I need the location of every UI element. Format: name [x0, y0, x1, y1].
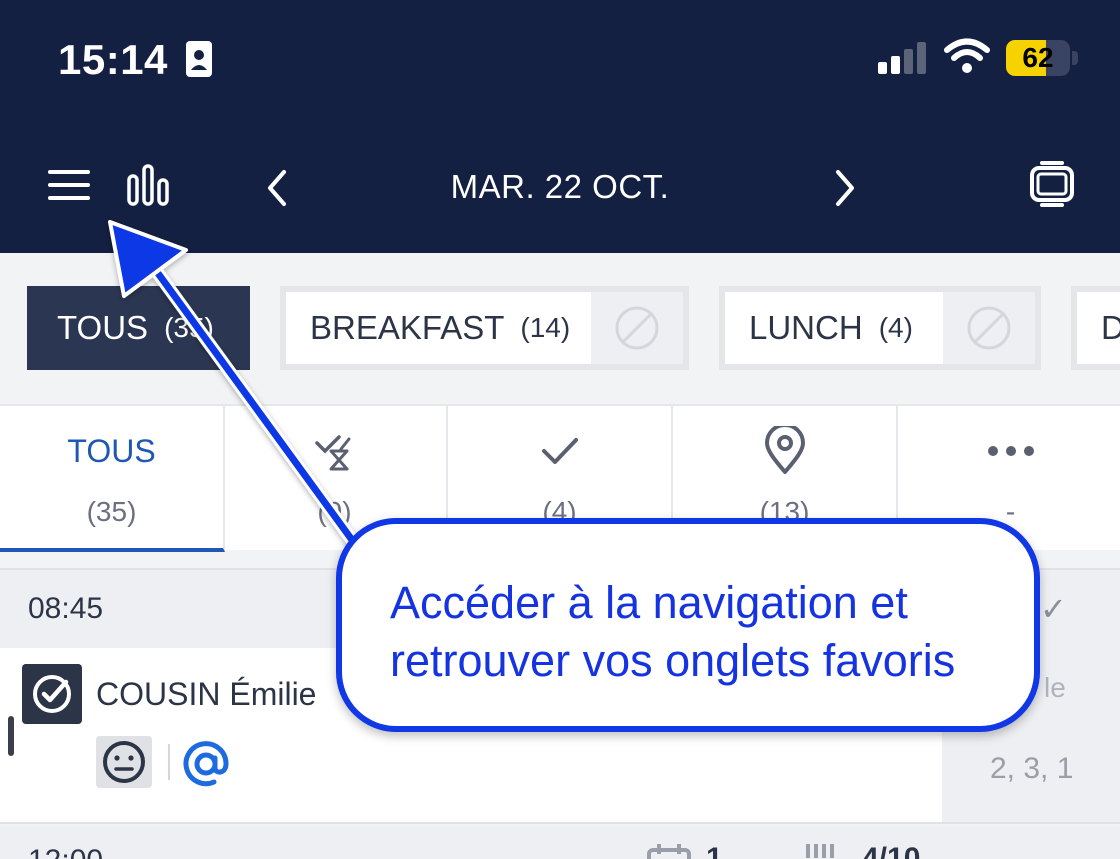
callout-text: Accéder à la navigation et retrouver vos…: [390, 577, 956, 686]
id-card-icon: [186, 41, 212, 77]
filter-chip-all[interactable]: TOUS (35): [27, 286, 250, 370]
email-at-icon[interactable]: [180, 738, 232, 790]
signal-icon: [878, 42, 926, 74]
section-time: 12:00: [28, 844, 103, 859]
calendar-icon: [647, 844, 691, 859]
chevron-left-icon[interactable]: [262, 168, 290, 208]
count-value: 1: [706, 842, 723, 859]
block-toggle[interactable]: [591, 292, 683, 364]
current-date[interactable]: MAR. 22 OCT.: [400, 168, 720, 206]
tooltip-callout: Accéder à la navigation et retrouver vos…: [336, 518, 1040, 732]
chip-label: D: [1101, 309, 1120, 346]
section-time: 08:45: [28, 592, 104, 625]
tab-count: (35): [86, 496, 137, 527]
time-section-header: 12:00 1 4/10: [0, 826, 1120, 859]
filter-chip-breakfast[interactable]: BREAKFAST (14): [280, 286, 689, 370]
more-dots-icon: [987, 446, 1034, 456]
drag-handle[interactable]: [8, 716, 14, 756]
hamburger-menu-icon[interactable]: [46, 166, 92, 204]
ban-icon: [967, 306, 1011, 350]
app-header: 15:14 62 MAR. 22 OCT.: [0, 0, 1120, 253]
checked-checkbox-icon[interactable]: [22, 664, 82, 724]
chevron-right-icon[interactable]: [832, 168, 860, 208]
check-icon: [541, 438, 578, 464]
fork-icon: [806, 844, 834, 858]
location-pin-icon: [764, 426, 805, 474]
chip-count: (4): [878, 312, 913, 343]
section-check-icon[interactable]: ✓: [1040, 590, 1067, 628]
divider: [168, 744, 170, 780]
status-time: 15:14: [58, 36, 168, 83]
filter-chip-dinner[interactable]: D: [1071, 286, 1120, 370]
table-numbers: 2, 3, 1: [990, 752, 1074, 785]
tv-display-icon[interactable]: [1028, 160, 1076, 208]
battery-nub: [1072, 51, 1078, 65]
battery-indicator: 62: [1006, 40, 1070, 76]
guest-name: COUSIN Émilie: [96, 676, 317, 712]
ban-icon: [615, 306, 659, 350]
wifi-icon: [944, 38, 990, 73]
chip-label: TOUS: [57, 309, 149, 346]
block-toggle[interactable]: [943, 292, 1035, 364]
tab-all[interactable]: TOUS (35): [0, 406, 225, 552]
battery-level: 62: [1022, 42, 1054, 73]
waiting-icon: [314, 435, 350, 471]
chip-label: BREAKFAST: [310, 309, 505, 346]
tab-label: TOUS: [67, 432, 156, 469]
chip-count: (35): [164, 312, 214, 343]
chip-label: LUNCH: [749, 309, 863, 346]
side-label: le: [1044, 672, 1066, 703]
stats-bars-icon[interactable]: [126, 164, 174, 208]
neutral-face-icon[interactable]: [96, 736, 152, 788]
chip-count: (14): [520, 312, 571, 343]
covers-value: 4/10: [862, 842, 921, 859]
filter-chip-lunch[interactable]: LUNCH (4): [719, 286, 1041, 370]
